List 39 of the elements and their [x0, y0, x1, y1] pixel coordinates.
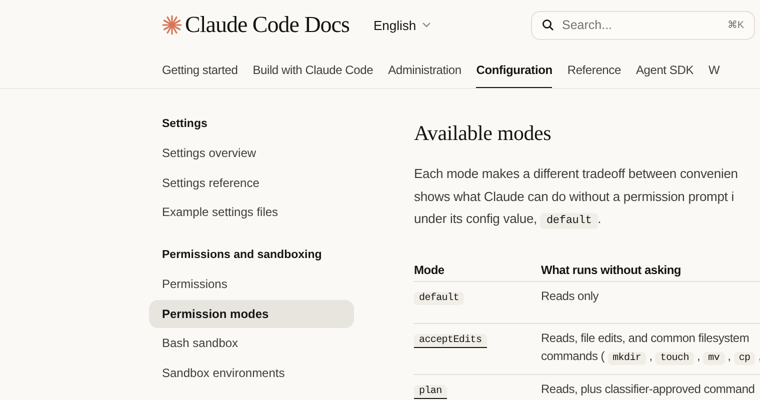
sidebar-heading: Settings: [161, 116, 208, 132]
sidebar-heading: Permissions and sandboxing: [161, 248, 323, 262]
sidebar-item[interactable]: Permission modes: [149, 300, 354, 328]
column-header: What runs without asking: [541, 262, 760, 281]
inline-code: mkdir: [608, 352, 646, 364]
mode-code: default: [414, 292, 464, 304]
nav-tab[interactable]: Agent SDK: [636, 50, 694, 88]
paragraph: Each mode makes a different tradeoff between convenien shows what Claude can do without a permission prompt i under its config value, default .: [414, 165, 738, 231]
table-cell-text: Reads, file edits, and common filesystem commands ( mkdir , touch , mv , cp ,: [541, 330, 760, 366]
inline-code: touch: [655, 352, 694, 364]
search-icon: [542, 19, 554, 31]
nav-tab[interactable]: Configuration: [476, 50, 552, 88]
sidebar-item[interactable]: Sandbox environments: [149, 358, 354, 386]
sidebar-item[interactable]: Settings overview: [149, 139, 354, 167]
column-header: Mode: [414, 262, 541, 281]
section-heading: Available modes: [414, 121, 552, 146]
search-placeholder: Search...: [562, 18, 614, 32]
sidebar-item[interactable]: Permissions: [149, 270, 354, 298]
sidebar-item[interactable]: Settings reference: [149, 168, 354, 196]
starburst-logo-icon: [162, 15, 182, 35]
search-field[interactable]: Search... ⌘K: [531, 10, 755, 40]
sidebar-item[interactable]: Bash sandbox: [149, 329, 354, 357]
inline-code: mv: [703, 352, 725, 364]
nav-tab[interactable]: Administration: [388, 50, 462, 88]
nav-tab[interactable]: Build with Claude Code: [252, 50, 374, 88]
mode-link[interactable]: acceptEdits: [414, 334, 487, 348]
inline-code: default: [540, 213, 598, 229]
sidebar-item[interactable]: Example settings files: [149, 198, 354, 226]
nav-tab[interactable]: W: [708, 50, 720, 88]
keyboard-shortcut: ⌘K: [727, 19, 744, 31]
chevron-down-icon: [422, 22, 432, 28]
nav-tab[interactable]: Getting started: [162, 50, 238, 88]
mode-link[interactable]: plan: [414, 384, 447, 398]
language-selector[interactable]: English: [373, 18, 432, 32]
site-title[interactable]: Claude Code Docs: [185, 12, 350, 38]
nav-tab[interactable]: Reference: [567, 50, 621, 88]
inline-code: cp: [734, 352, 756, 364]
table-cell-text: Reads, plus classifier-approved command: [541, 380, 755, 398]
table-cell-text: Reads only: [541, 288, 599, 304]
